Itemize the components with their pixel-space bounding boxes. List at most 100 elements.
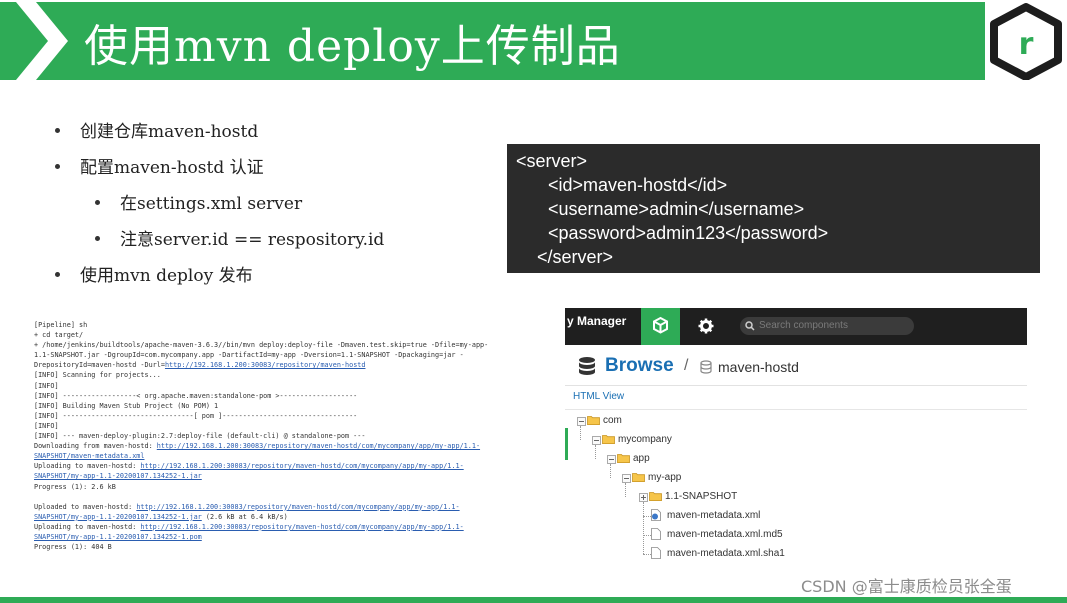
console-text: 1.1-SNAPSHOT.jar -DgroupId=com.mycompany… — [34, 351, 464, 360]
console-text: [INFO] --------------------------------[… — [34, 411, 358, 420]
console-line: + cd target/ — [34, 330, 534, 340]
tree-node-label: my-app — [648, 472, 682, 483]
tree-node[interactable]: 1.1-SNAPSHOT — [565, 491, 1025, 503]
collapse-toggle-icon[interactable] — [592, 436, 601, 445]
bullet-item: 使用mvn deploy 发布 — [80, 266, 253, 286]
console-line: [INFO] --- maven-deploy-plugin:2.7:deplo… — [34, 431, 534, 441]
tree-node-label: maven-metadata.xml.sha1 — [667, 548, 785, 559]
breadcrumb-separator: / — [684, 357, 689, 374]
breadcrumb-repository[interactable]: maven-hostd — [718, 359, 799, 375]
sub-bullet-item: 在settings.xml server — [120, 194, 303, 214]
code-line: <id>maven-hostd</id> — [548, 175, 728, 195]
console-text: Downloading from maven-hostd: — [34, 442, 157, 451]
console-line: [INFO] Building Maven Stub Project (No P… — [34, 401, 534, 411]
sub-bullet-item: 注意server.id == respository.id — [120, 230, 385, 250]
console-link[interactable]: http://192.168.1.200:30083/repository/ma… — [136, 503, 459, 511]
collapse-toggle-icon[interactable] — [622, 474, 631, 483]
console-link[interactable]: SNAPSHOT/my-app-1.1-20200107.134252-1.ja… — [34, 513, 202, 521]
console-line: + /home/jenkins/buildtools/apache-maven-… — [34, 340, 534, 350]
console-line: 1.1-SNAPSHOT.jar -DgroupId=com.mycompany… — [34, 350, 534, 360]
chevron-right-icon — [0, 2, 68, 80]
console-text: [INFO] — [34, 421, 59, 430]
folder-icon — [587, 415, 600, 426]
console-line: SNAPSHOT/my-app-1.1-20200107.134252-1.ja… — [34, 471, 534, 481]
repository-icon — [700, 360, 712, 374]
tree-node[interactable]: maven-metadata.xml.sha1 — [565, 547, 1025, 560]
footer-bar — [0, 597, 1067, 603]
bullet-dot — [55, 272, 60, 277]
console-line: Progress (1): 404 B — [34, 542, 534, 552]
search-components-input[interactable]: Search components — [740, 317, 914, 335]
slide-title: 使用mvn deploy上传制品 — [84, 21, 621, 72]
file-icon — [651, 528, 661, 540]
collapse-toggle-icon[interactable] — [577, 417, 586, 426]
code-line: <password>admin123</password> — [548, 223, 829, 243]
database-icon — [579, 357, 595, 375]
html-view-link[interactable]: HTML View — [573, 391, 624, 402]
tree-node-label: mycompany — [618, 434, 672, 445]
bullet-item: 配置maven-hostd 认证 — [80, 158, 264, 178]
search-placeholder: Search components — [759, 320, 848, 331]
console-line: SNAPSHOT/maven-metadata.xml — [34, 451, 534, 461]
jenkins-console-output: [Pipeline] sh + cd target/+ /home/jenkins… — [34, 320, 534, 552]
expand-toggle-icon[interactable] — [639, 493, 648, 502]
tree-node[interactable]: com — [565, 415, 1025, 427]
xml-file-icon — [651, 509, 661, 521]
bullet-dot — [55, 164, 60, 169]
browse-mode-button[interactable] — [641, 308, 680, 345]
logo-letter: r — [1019, 27, 1034, 62]
nexus-toolbar: y Manager Search components — [565, 308, 1027, 345]
console-link[interactable]: http://192.168.1.200:30083/repository/ma… — [157, 442, 480, 450]
console-text: (2.6 kB at 6.4 kB/s) — [201, 512, 288, 521]
console-text: [INFO] — [34, 381, 59, 390]
file-icon — [651, 547, 661, 559]
tree-node[interactable]: mycompany — [565, 434, 1025, 446]
code-line: </server> — [537, 247, 614, 267]
console-link[interactable]: http://192.168.1.200:30083/repository/ma… — [140, 462, 463, 470]
bullet-item: 创建仓库maven-hostd — [80, 122, 259, 142]
hexagon-logo-icon: r — [990, 3, 1062, 81]
console-text: [INFO] --- maven-deploy-plugin:2.7:deplo… — [34, 432, 366, 441]
console-link[interactable]: http://192.168.1.200:30083/repository/ma… — [165, 361, 366, 369]
console-line: [INFO] — [34, 381, 534, 391]
console-link[interactable]: http://192.168.1.200:30083/repository/ma… — [140, 523, 463, 531]
console-text: [INFO] ------------------< org.apache.ma… — [34, 391, 358, 400]
console-line: SNAPSHOT/my-app-1.1-20200107.134252-1.po… — [34, 532, 534, 542]
console-link[interactable]: SNAPSHOT/my-app-1.1-20200107.134252-1.ja… — [34, 472, 202, 480]
console-text: Uploading to maven-hostd: — [34, 522, 141, 531]
console-line: Progress (1): 2.6 kB — [34, 482, 534, 492]
console-line: Uploading to maven-hostd: http://192.168… — [34, 522, 534, 532]
browse-title: Browse — [605, 355, 674, 376]
bullet-dot — [55, 128, 60, 133]
nexus-app-title: y Manager — [567, 314, 627, 328]
gear-icon[interactable] — [698, 318, 714, 334]
tree-node[interactable]: my-app — [565, 472, 1025, 484]
folder-icon — [632, 472, 645, 483]
tree-node-label: app — [633, 453, 650, 464]
folder-icon — [649, 491, 662, 502]
sub-bullet-dot — [95, 236, 100, 241]
cube-icon — [653, 316, 668, 334]
console-text: + cd target/ — [34, 331, 84, 340]
console-text: + /home/jenkins/buildtools/apache-maven-… — [34, 341, 489, 350]
watermark: CSDN @富士康质检员张全蛋 — [801, 577, 1012, 596]
console-text: [INFO] Building Maven Stub Project (No P… — [34, 401, 219, 410]
console-line: [INFO] — [34, 421, 534, 431]
folder-icon — [602, 434, 615, 445]
folder-icon — [617, 453, 630, 464]
console-line: [INFO] Scanning for projects... — [34, 370, 534, 380]
tree-node-label: maven-metadata.xml — [667, 510, 761, 521]
console-line: [INFO] --------------------------------[… — [34, 411, 534, 421]
console-link[interactable]: SNAPSHOT/maven-metadata.xml — [34, 452, 145, 460]
console-line: Downloading from maven-hostd: http://192… — [34, 441, 534, 451]
console-line: SNAPSHOT/my-app-1.1-20200107.134252-1.ja… — [34, 512, 534, 522]
console-text: Progress (1): 2.6 kB — [34, 482, 116, 491]
collapse-toggle-icon[interactable] — [607, 455, 616, 464]
tree-node-label: com — [603, 415, 622, 426]
tree-node[interactable]: maven-metadata.xml — [565, 509, 1025, 522]
console-link[interactable]: SNAPSHOT/my-app-1.1-20200107.134252-1.po… — [34, 533, 202, 541]
tree-node[interactable]: app — [565, 453, 1025, 465]
tree-node[interactable]: maven-metadata.xml.md5 — [565, 528, 1025, 541]
sub-bullet-dot — [95, 200, 100, 205]
